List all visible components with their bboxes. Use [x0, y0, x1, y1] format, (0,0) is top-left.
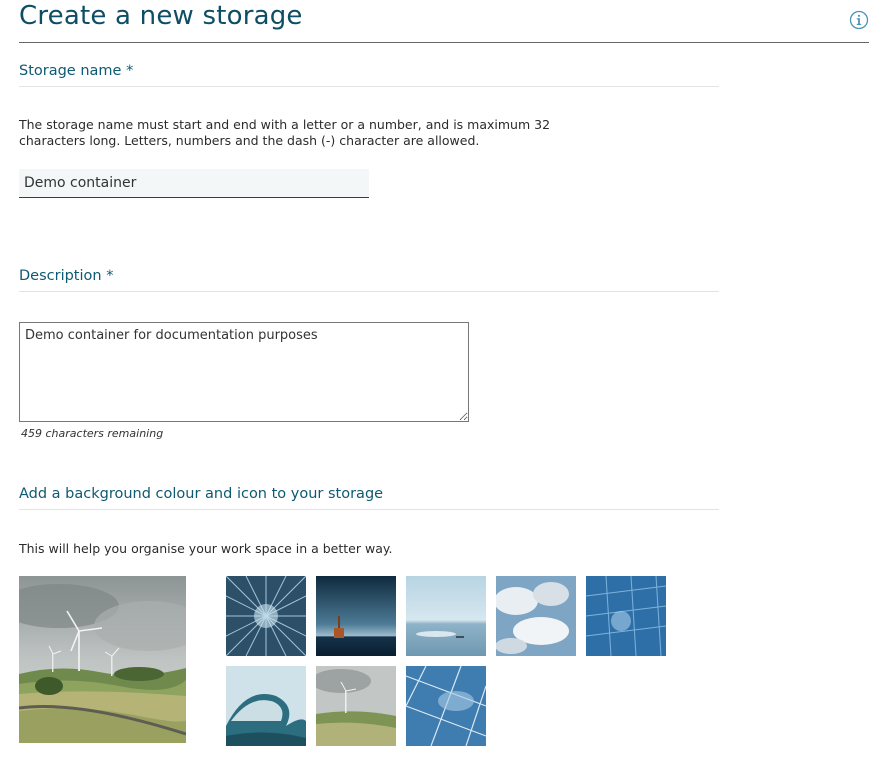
title-divider: [19, 42, 869, 43]
thumbnail-clouds[interactable]: [496, 576, 576, 656]
thumbnail-blue-burst[interactable]: [226, 576, 306, 656]
storage-name-label: Storage name *: [19, 63, 134, 79]
thumbnail-offshore-rig[interactable]: [316, 576, 396, 656]
thumbnail-wind-turbines[interactable]: [316, 666, 396, 746]
info-icon[interactable]: [849, 10, 869, 30]
background-label: Add a background colour and icon to your…: [19, 486, 384, 502]
storage-name-input[interactable]: [19, 169, 369, 198]
description-label: Description *: [19, 268, 114, 284]
description-divider: [19, 291, 719, 292]
background-help: This will help you organise your work sp…: [19, 541, 393, 556]
characters-remaining: 459 characters remaining: [21, 427, 164, 440]
storage-name-divider: [19, 86, 719, 87]
description-textarea[interactable]: [19, 322, 469, 422]
thumbnail-solar-closeup[interactable]: [586, 576, 666, 656]
background-divider: [19, 509, 719, 510]
thumbnail-solar-reflection[interactable]: [406, 666, 486, 746]
page-title: Create a new storage: [19, 1, 303, 31]
thumbnail-calm-sea[interactable]: [406, 576, 486, 656]
thumbnail-ocean-wave[interactable]: [226, 666, 306, 746]
background-preview-image: [19, 576, 186, 743]
storage-name-help: The storage name must start and end with…: [19, 117, 551, 148]
